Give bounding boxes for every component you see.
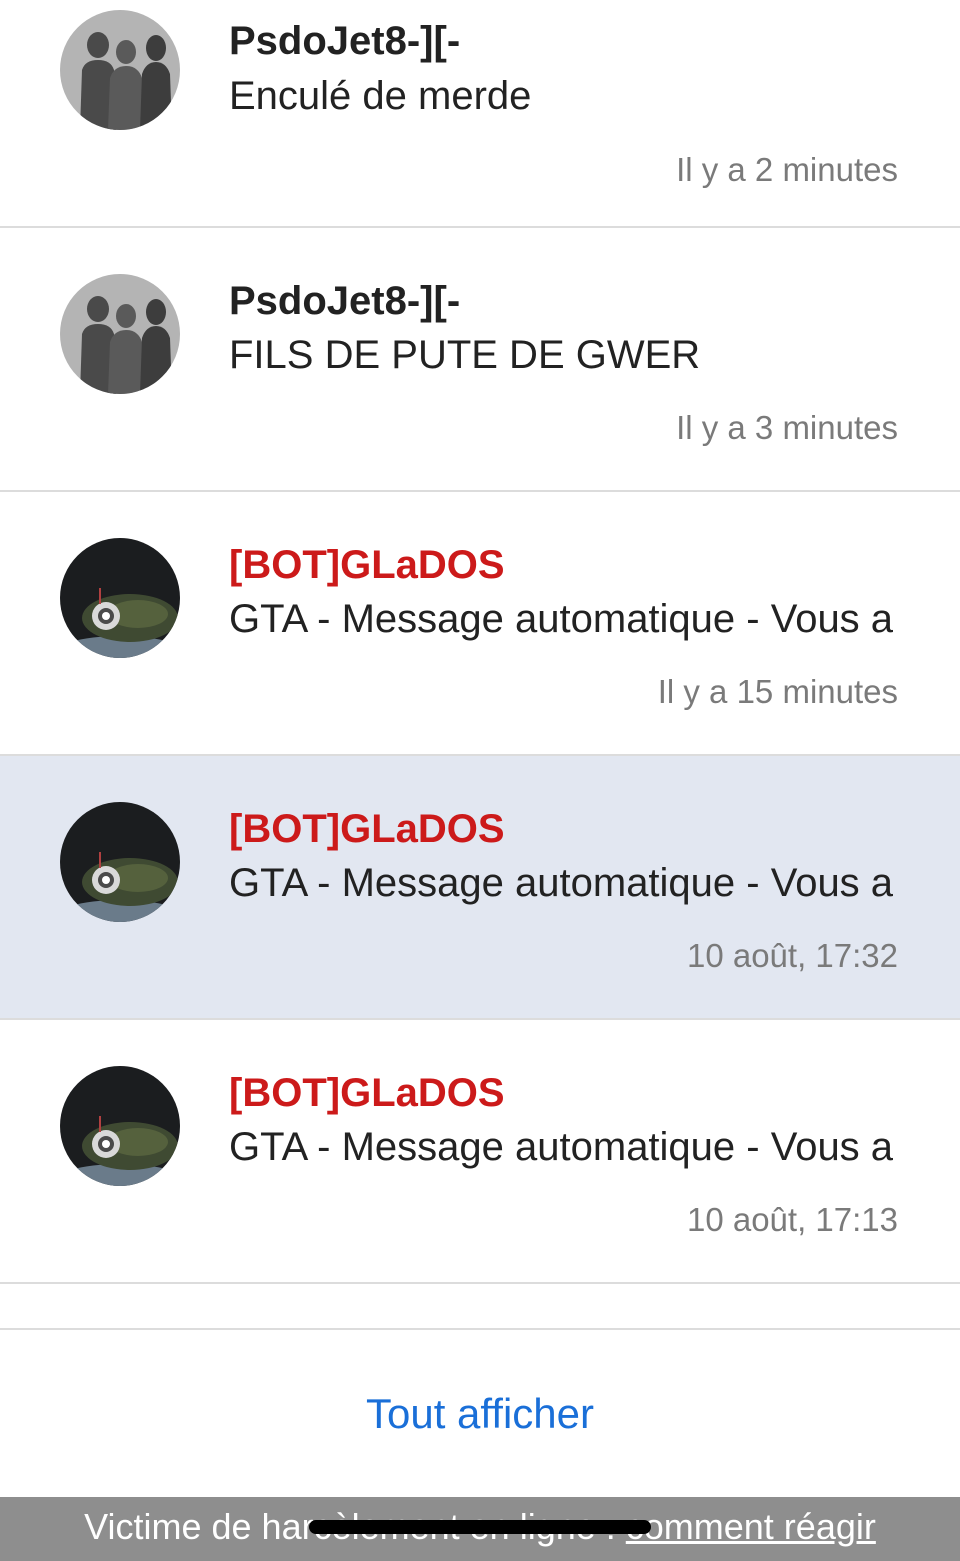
notification-message: Enculé de merde	[229, 74, 532, 118]
list-divider	[0, 1284, 960, 1330]
show-all-link[interactable]: Tout afficher	[0, 1386, 960, 1442]
notification-message: GTA - Message automatique - Vous a	[229, 1125, 894, 1169]
notification-time: Il y a 15 minutes	[657, 673, 898, 710]
notification-list: PsdoJet8-][- Enculé de merde Il y a 2 mi…	[0, 0, 960, 1330]
notification-author[interactable]: [BOT]GLaDOS	[229, 542, 505, 588]
notifications-page: PsdoJet8-][- Enculé de merde Il y a 2 mi…	[0, 0, 960, 1561]
notification-message: FILS DE PUTE DE GWER	[229, 333, 701, 377]
silhouettes-avatar	[60, 274, 180, 394]
notification-item[interactable]: PsdoJet8-][- FILS DE PUTE DE GWER Il y a…	[0, 228, 960, 492]
notification-item-unread[interactable]: [BOT]GLaDOS GTA - Message automatique - …	[0, 756, 960, 1020]
notification-author[interactable]: PsdoJet8-][-	[229, 278, 460, 324]
notification-item[interactable]: [BOT]GLaDOS GTA - Message automatique - …	[0, 1020, 960, 1284]
notification-time: 10 août, 17:32	[686, 937, 898, 974]
notification-item[interactable]: [BOT]GLaDOS GTA - Message automatique - …	[0, 492, 960, 756]
silhouettes-avatar-image	[60, 10, 180, 130]
notification-author[interactable]: [BOT]GLaDOS	[229, 806, 505, 852]
notification-message: GTA - Message automatique - Vous a	[229, 861, 894, 905]
robot-avatar-image	[60, 538, 180, 658]
silhouettes-avatar	[60, 10, 180, 130]
robot-avatar-image	[60, 1066, 180, 1186]
notification-time: Il y a 3 minutes	[676, 409, 898, 446]
notification-time: Il y a 2 minutes	[676, 151, 898, 188]
home-indicator[interactable]	[309, 1520, 651, 1534]
robot-avatar	[60, 802, 180, 922]
notification-author[interactable]: PsdoJet8-][-	[229, 18, 460, 64]
robot-avatar	[60, 538, 180, 658]
silhouettes-avatar-image	[60, 274, 180, 394]
robot-avatar-image	[60, 802, 180, 922]
notification-author[interactable]: [BOT]GLaDOS	[229, 1070, 505, 1116]
notification-item[interactable]: PsdoJet8-][- Enculé de merde Il y a 2 mi…	[0, 0, 960, 228]
notification-time: 10 août, 17:13	[686, 1201, 898, 1238]
notification-message: GTA - Message automatique - Vous a	[229, 597, 894, 641]
harassment-help-link[interactable]: comment réagir	[626, 1506, 876, 1547]
robot-avatar	[60, 1066, 180, 1186]
